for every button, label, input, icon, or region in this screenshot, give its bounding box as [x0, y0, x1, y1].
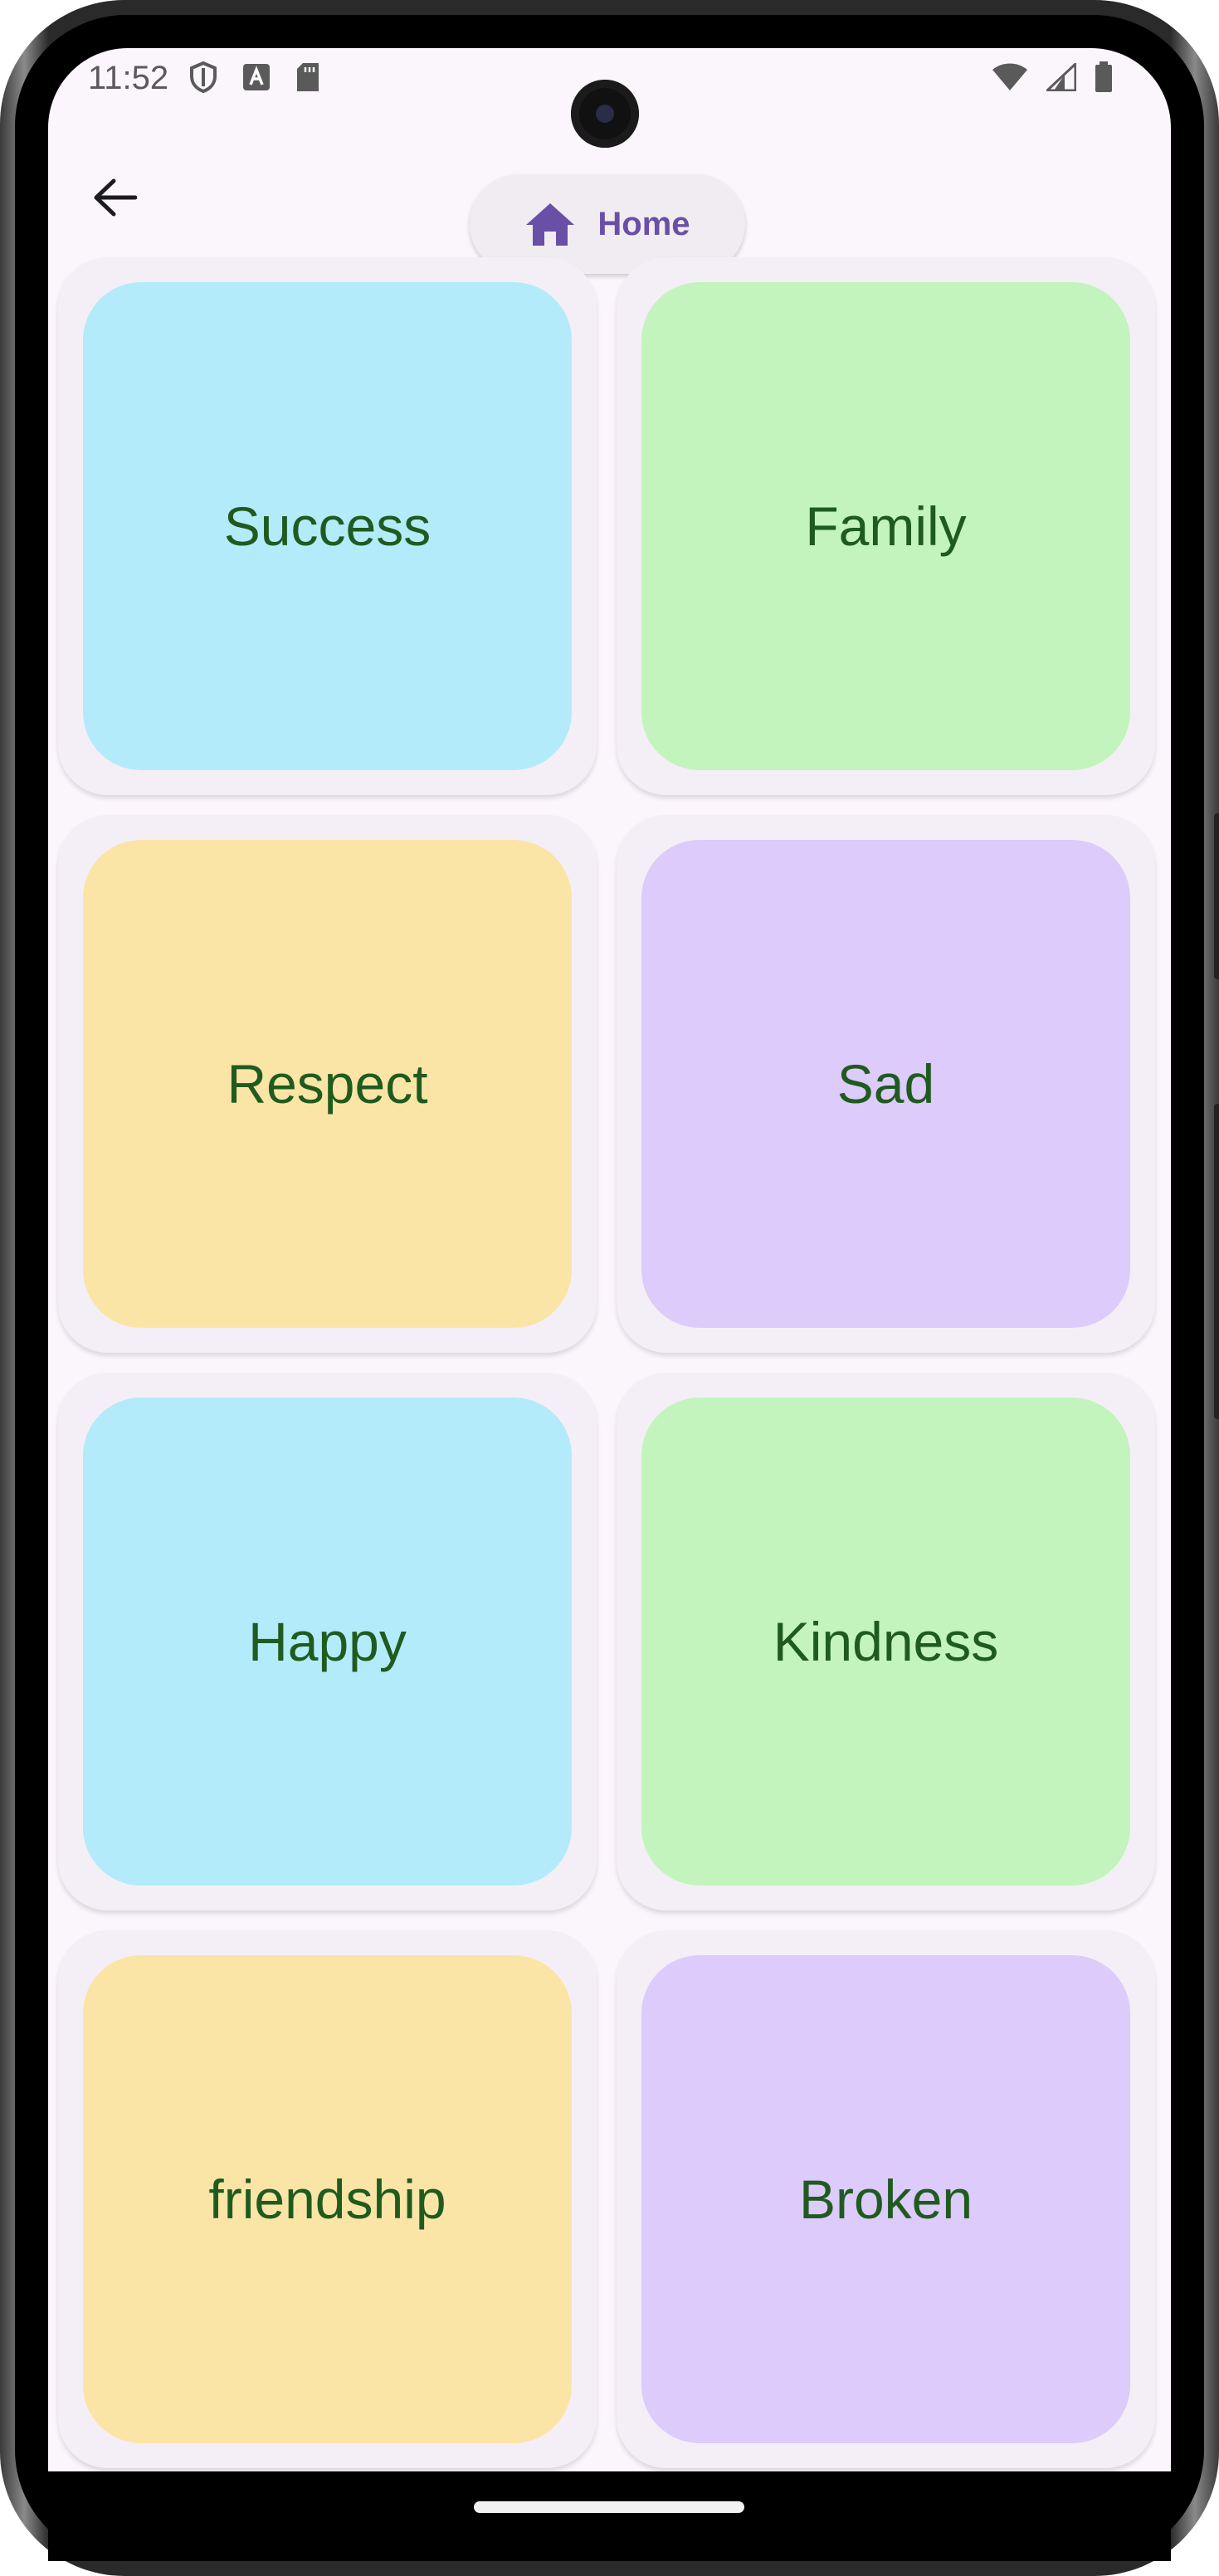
card-tile: Family — [641, 282, 1130, 770]
card-kindness[interactable]: Kindness — [617, 1373, 1155, 1910]
home-button-label: Home — [597, 205, 690, 242]
card-label: Sad — [836, 1053, 935, 1115]
status-icons-right — [992, 61, 1113, 93]
screen: 11:52 Home Success Family Respect Sad Ha… — [48, 48, 1171, 2471]
navigation-bar — [48, 2471, 1171, 2561]
card-family[interactable]: Family — [617, 257, 1155, 795]
card-tile: Success — [83, 282, 572, 770]
card-tile: Happy — [83, 1398, 572, 1886]
card-label: Respect — [227, 1053, 428, 1115]
wifi-icon — [992, 63, 1027, 90]
shield-icon — [190, 61, 217, 93]
card-sad[interactable]: Sad — [617, 815, 1155, 1353]
back-button[interactable] — [81, 164, 148, 231]
card-label: Broken — [798, 2169, 973, 2230]
home-icon — [526, 203, 575, 246]
card-label: Happy — [248, 1611, 407, 1672]
app-bar: Home — [48, 131, 1171, 274]
card-label: friendship — [208, 2169, 446, 2230]
card-tile: friendship — [83, 1955, 572, 2443]
card-tile: Kindness — [641, 1398, 1130, 1886]
arrow-left-icon — [94, 178, 137, 217]
category-grid: Success Family Respect Sad Happy Kindnes… — [58, 257, 1162, 2468]
card-friendship[interactable]: friendship — [58, 1930, 597, 2468]
sd-card-icon — [297, 63, 319, 91]
card-label: Success — [223, 495, 432, 557]
power-button — [1214, 1104, 1219, 1419]
battery-icon — [1095, 61, 1112, 92]
text-a-icon — [243, 64, 270, 90]
card-respect[interactable]: Respect — [58, 815, 597, 1353]
card-label: Family — [805, 495, 967, 557]
status-time: 11:52 — [88, 60, 169, 96]
card-happy[interactable]: Happy — [58, 1373, 597, 1910]
status-icons-left — [189, 61, 320, 93]
gesture-handle[interactable] — [474, 2501, 744, 2513]
volume-button — [1214, 813, 1219, 979]
signal-icon — [1046, 63, 1076, 91]
card-tile: Sad — [641, 840, 1130, 1328]
card-tile: Broken — [641, 1955, 1130, 2443]
card-broken[interactable]: Broken — [617, 1930, 1155, 2468]
card-label: Kindness — [773, 1611, 999, 1672]
card-success[interactable]: Success — [58, 257, 597, 795]
card-tile: Respect — [83, 840, 572, 1328]
